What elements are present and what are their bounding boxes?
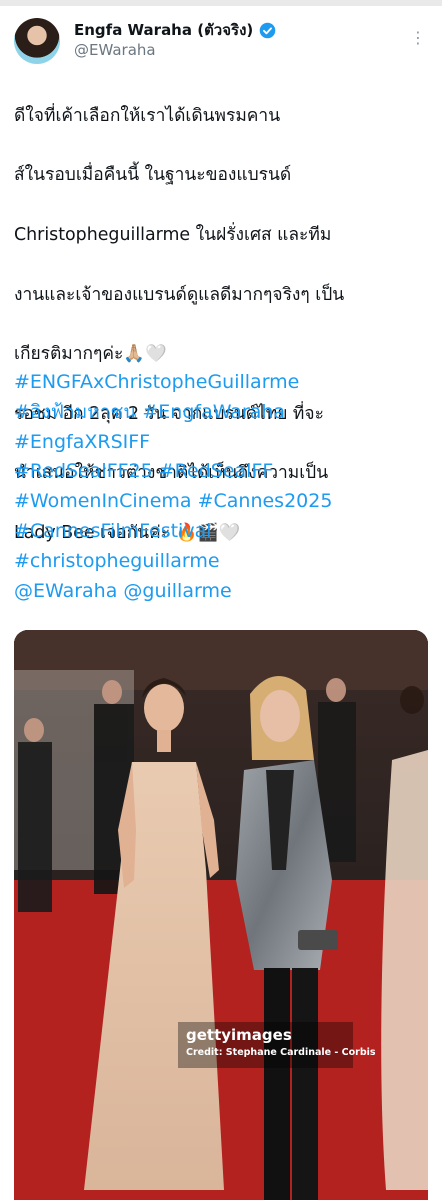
author-row: Engfa Waraha (ตัวจริง) — [74, 19, 276, 41]
post-photo[interactable] — [14, 630, 428, 1200]
verified-badge-icon — [259, 22, 276, 38]
hashtag-link[interactable]: #CannesFilmFestival — [14, 517, 426, 547]
body-line: ส์ในรอบเมื่อคืนนี้ ในฐานะของแบรนด์ — [14, 165, 292, 186]
hashtag-link[interactable]: #EngfaXRSIFF — [14, 428, 426, 458]
hashtag-link[interactable]: #RedSealFF25 #RedSealFF — [14, 457, 426, 487]
avatar[interactable] — [14, 18, 60, 64]
hashtag-link[interactable]: #WomenInCinema #Cannes2025 — [14, 487, 426, 517]
body-line: Christopheguillarme ในฝรั่งเศส และทีม — [14, 224, 332, 245]
username-handle[interactable]: @EWaraha — [74, 41, 156, 59]
top-divider — [0, 0, 442, 6]
hashtag-link[interactable]: #ENGFAxChristopheGuillarme — [14, 368, 426, 398]
hashtag-link[interactable]: #christopheguillarme — [14, 547, 426, 577]
hashtag-block: #ENGFAxChristopheGuillarme #อิงฟ้ามหาชน … — [14, 368, 426, 606]
hashtag-link[interactable]: #อิงฟ้ามหาชน #EngfaWaraha — [14, 398, 426, 428]
getty-logo: gettyimages — [186, 1026, 292, 1044]
body-line: งานและเจ้าของแบรนด์ดูแลดีมากๆจริงๆ เป็น — [14, 284, 345, 305]
more-options-icon[interactable]: ⋮ — [410, 28, 426, 47]
post-card: Engfa Waraha (ตัวจริง) @EWaraha ⋮ ดีใจที… — [0, 0, 442, 1200]
mention-links[interactable]: @EWaraha @guillarme — [14, 577, 426, 607]
red-carpet-photo — [14, 630, 428, 1200]
display-name[interactable]: Engfa Waraha (ตัวจริง) — [74, 18, 253, 42]
body-line: เกียรติมากๆค่ะ🙏🏼🤍 — [14, 344, 167, 365]
photo-credit: Credit: Stephane Cardinale - Corbis — [186, 1047, 376, 1058]
body-line: ดีใจที่เค้าเลือกให้เราได้เดินพรมคาน — [14, 105, 281, 126]
